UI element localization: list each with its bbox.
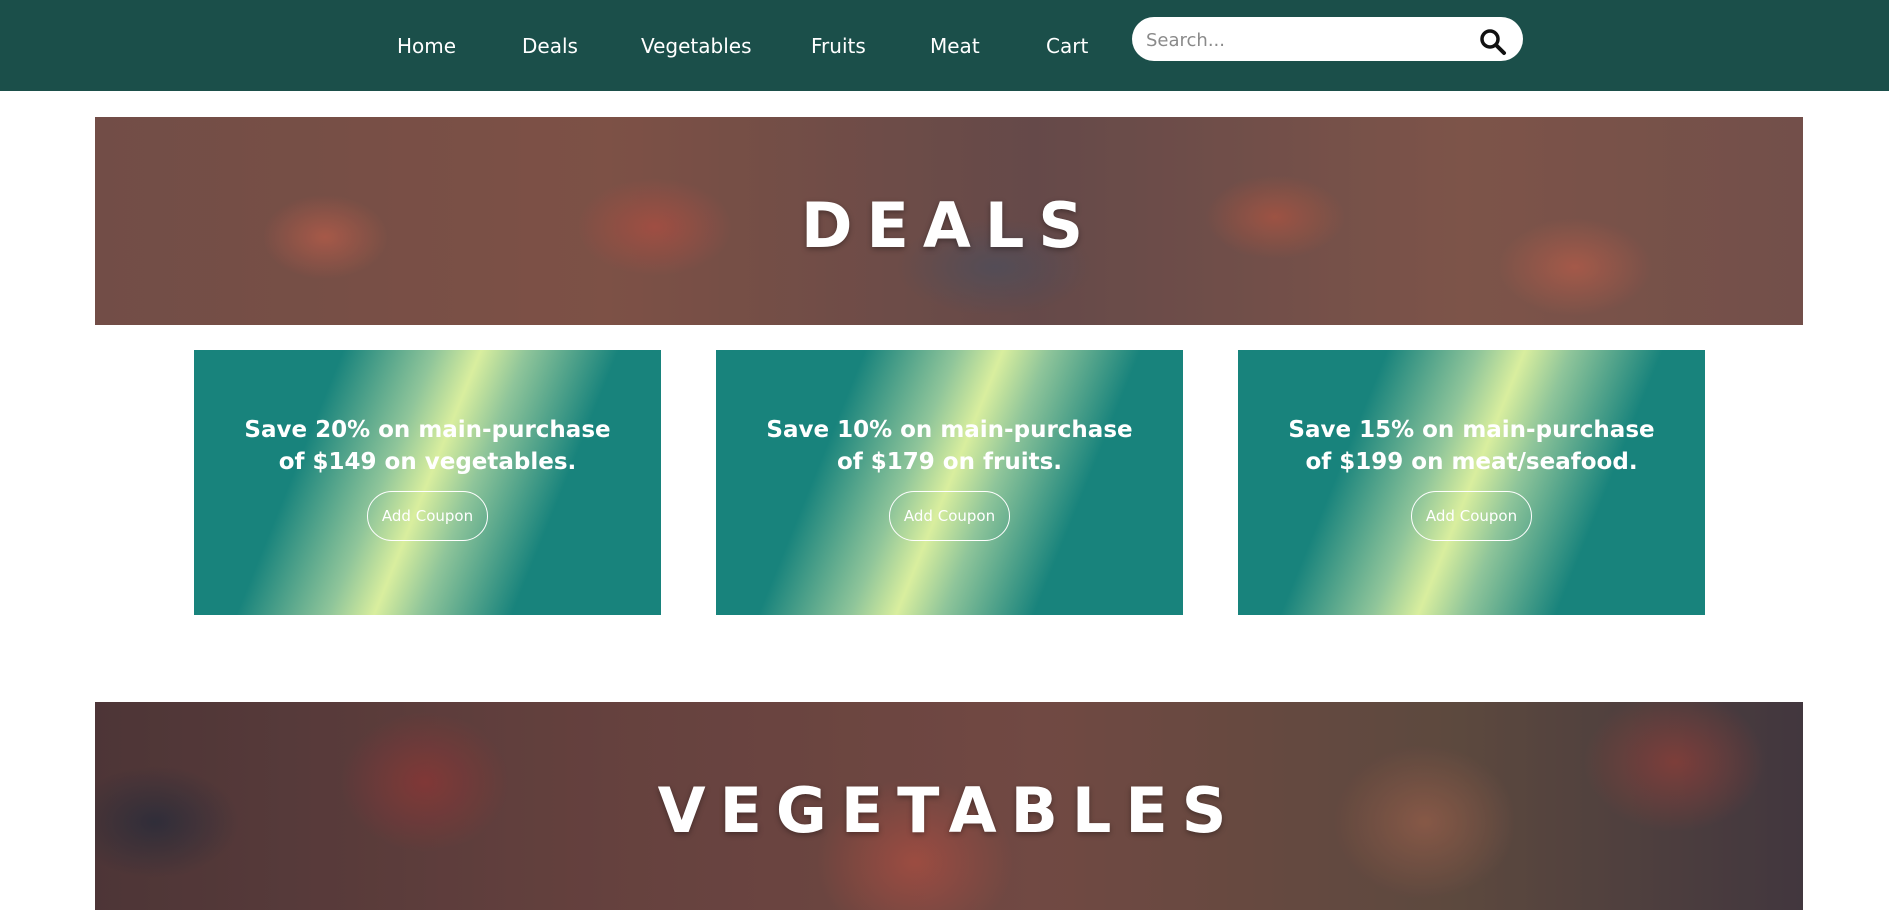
add-coupon-button[interactable]: Add Coupon — [1411, 491, 1532, 541]
search-icon[interactable] — [1478, 27, 1508, 57]
deal-card-line-2: of $179 on fruits. — [836, 449, 1063, 475]
vegetables-banner-title: VEGETABLES — [657, 774, 1241, 847]
deal-card-line-1: Save 20% on main-purchase — [244, 417, 611, 443]
add-coupon-button[interactable]: Add Coupon — [889, 491, 1010, 541]
deals-banner-title: DEALS — [801, 189, 1097, 262]
deal-card-text: Save 20% on main-purchase of $149 on veg… — [194, 414, 661, 478]
add-coupon-button[interactable]: Add Coupon — [367, 491, 488, 541]
search-input[interactable] — [1146, 27, 1466, 53]
nav-link-home[interactable]: Home — [397, 33, 456, 59]
nav-link-vegetables[interactable]: Vegetables — [641, 33, 752, 59]
deals-banner: DEALS — [95, 117, 1803, 325]
nav-link-cart[interactable]: Cart — [1046, 33, 1088, 59]
vegetables-banner: VEGETABLES — [95, 702, 1803, 910]
deal-card-line-2: of $199 on meat/seafood. — [1305, 449, 1638, 475]
deal-card-line-2: of $149 on vegetables. — [278, 449, 577, 475]
deal-card-line-1: Save 10% on main-purchase — [766, 417, 1133, 443]
deal-card-fruits: Save 10% on main-purchase of $179 on fru… — [716, 350, 1183, 615]
nav-link-fruits[interactable]: Fruits — [811, 33, 866, 59]
deal-card-text: Save 10% on main-purchase of $179 on fru… — [716, 414, 1183, 478]
nav-link-meat[interactable]: Meat — [930, 33, 980, 59]
search-box — [1132, 17, 1523, 61]
deal-card-vegetables: Save 20% on main-purchase of $149 on veg… — [194, 350, 661, 615]
nav-link-deals[interactable]: Deals — [522, 33, 578, 59]
top-navigation-bar: Home Deals Vegetables Fruits Meat Cart — [0, 0, 1889, 91]
deal-card-line-1: Save 15% on main-purchase — [1288, 417, 1655, 443]
deal-card-text: Save 15% on main-purchase of $199 on mea… — [1238, 414, 1705, 478]
deal-card-meat-seafood: Save 15% on main-purchase of $199 on mea… — [1238, 350, 1705, 615]
